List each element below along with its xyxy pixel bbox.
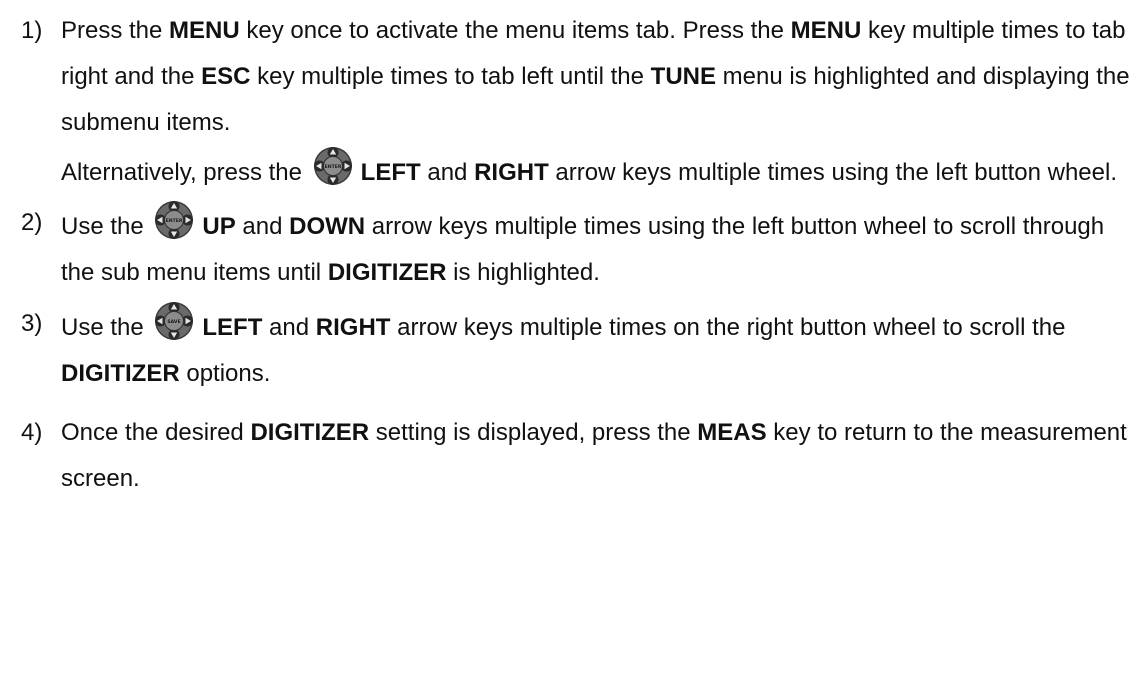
text-run: and [235,213,290,240]
text-run: arrow keys multiple times on the right b… [390,314,1066,341]
bold-keyword: MENU [169,17,240,44]
step-number: 2) [21,209,43,236]
bold-keyword: RIGHT [474,159,549,186]
bold-keyword: TUNE [650,63,716,90]
bold-keyword: DIGITIZER [61,360,180,387]
text-run: and [420,159,475,186]
step-4: 4) Once the desired DIGITIZER setting is… [0,410,1136,502]
text-run: Alternatively, press the [61,159,309,186]
step-text: Once the desired DIGITIZER setting is di… [61,419,1127,492]
bold-keyword: DOWN [289,213,366,240]
text-run: options. [179,360,271,387]
svg-text:SAVE: SAVE [168,319,181,325]
step-number: 3) [21,310,43,337]
text-run: arrow keys multiple times using the left… [548,159,1117,186]
text-run: Use the [61,213,151,240]
step-3: 3) Use the SAVE LEFT and RIGHT arrow keys… [0,301,1136,397]
left-button-wheel-icon: ENTER [313,146,353,186]
bold-keyword: DIGITIZER [250,419,370,446]
instruction-page: 1) Press the MENU key once to activate t… [0,0,1136,698]
step-1: 1) Press the MENU key once to activate t… [0,8,1136,196]
text-run: Once the desired [61,419,251,446]
bold-keyword: MENU [790,17,862,44]
text-run: Use the [61,314,151,341]
step-text: Press the MENU key once to activate the … [61,17,1130,186]
text-run: setting is displayed, press the [369,419,698,446]
step-text: Use the SAVE LEFT and RIGHT arrow keys mu… [61,302,1066,387]
left-button-wheel-icon: ENTER [154,200,194,240]
bold-keyword: MEAS [697,419,767,446]
step-number: 4) [21,419,43,446]
bold-keyword: UP [202,213,236,240]
bold-keyword: DIGITIZER [327,259,447,286]
bold-keyword: LEFT [202,314,263,341]
text-run: and [262,314,316,341]
svg-text:ENTER: ENTER [324,164,341,170]
right-button-wheel-icon: SAVE [154,301,194,341]
bold-keyword: RIGHT [315,314,391,341]
text-run: is highlighted. [446,259,600,286]
step-number: 1) [21,17,43,44]
step-2: 2) Use the ENTER UP and DOWN arrow keys m… [0,200,1136,296]
svg-text:ENTER: ENTER [166,218,183,224]
bold-keyword: ESC [201,63,251,90]
bold-keyword: LEFT [360,159,421,186]
text-run: key multiple times to tab left until the [250,63,651,90]
text-run: Press the [61,17,170,44]
step-text: Use the ENTER UP and DOWN arrow keys mult… [61,201,1104,286]
text-run: key once to activate the menu items tab.… [239,17,791,44]
